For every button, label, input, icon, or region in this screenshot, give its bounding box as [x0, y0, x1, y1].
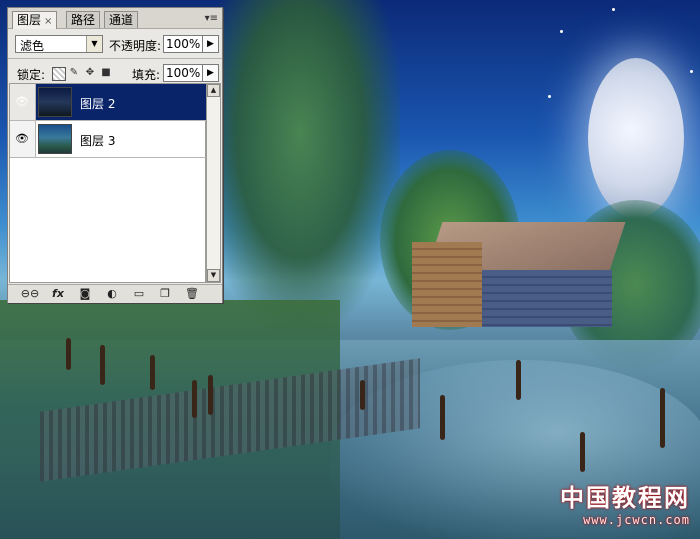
layer-list: 👁 图层 2 👁 图层 3	[9, 83, 206, 283]
cabin	[412, 222, 626, 327]
star	[548, 95, 551, 98]
layer-list-scrollbar[interactable]: ▲ ▼	[206, 83, 221, 283]
eye-icon[interactable]: 👁	[13, 93, 31, 111]
visibility-cell[interactable]: 👁	[10, 84, 36, 120]
cabin-wall	[482, 270, 612, 327]
star	[560, 30, 563, 33]
lock-label: 锁定:	[17, 68, 46, 82]
tab-label: 通道	[109, 13, 134, 27]
layer-thumbnail	[38, 87, 72, 117]
fill-label: 填充:	[132, 68, 161, 82]
layer-name[interactable]: 图层 3	[80, 132, 115, 149]
adjustment-layer-icon[interactable]: ◐	[104, 287, 120, 301]
watermark: 中国教程网 www.jcwcn.com	[560, 478, 690, 527]
fill-field[interactable]: 100% ▶	[163, 64, 219, 82]
divider	[8, 58, 222, 59]
layer-name[interactable]: 图层 2	[80, 95, 115, 112]
new-layer-icon[interactable]: ❐	[158, 287, 172, 301]
layer-style-icon[interactable]: fx	[48, 287, 68, 301]
opacity-label: 不透明度:	[109, 39, 162, 53]
reed	[360, 380, 365, 410]
moon	[588, 58, 684, 218]
reed	[192, 380, 197, 418]
close-icon[interactable]: ×	[44, 16, 52, 27]
scroll-up-icon[interactable]: ▲	[207, 84, 220, 97]
lock-image-icon[interactable]: ✎	[68, 67, 80, 79]
layers-panel: 图层 × 路径 通道 ▾≡ 滤色 ▼ 不透明度: 100% ▶ 锁定: ✎ ✥ ■…	[7, 7, 223, 303]
reed	[580, 432, 585, 472]
tab-paths[interactable]: 路径	[66, 11, 101, 28]
opacity-field[interactable]: 100% ▶	[163, 35, 219, 53]
eye-icon[interactable]: 👁	[13, 130, 31, 148]
star	[612, 8, 615, 11]
panel-menu-icon[interactable]: ▾≡	[205, 13, 218, 24]
tab-label: 图层	[17, 13, 42, 27]
reed	[150, 355, 155, 390]
fill-slider-button[interactable]: ▶	[202, 65, 218, 81]
reed	[660, 388, 665, 448]
lock-all-icon[interactable]: ■	[100, 67, 112, 79]
blend-mode-select[interactable]: 滤色 ▼	[15, 35, 103, 53]
scroll-down-icon[interactable]: ▼	[207, 269, 220, 282]
tab-layers[interactable]: 图层 ×	[12, 11, 58, 29]
reed	[208, 375, 213, 415]
delete-layer-icon[interactable]: 🗑	[185, 287, 199, 301]
tab-label: 路径	[71, 13, 96, 27]
opacity-slider-button[interactable]: ▶	[202, 36, 218, 52]
new-group-icon[interactable]: ▭	[132, 287, 146, 301]
visibility-cell[interactable]: 👁	[10, 121, 36, 157]
layer-row-3[interactable]: 👁 图层 3	[10, 121, 206, 158]
reed	[100, 345, 105, 385]
fill-value: 100%	[166, 66, 201, 80]
panel-bottom-toolbar: ⊖⊖ fx ◙ ◐ ▭ ❐ 🗑	[8, 284, 222, 303]
trees	[200, 0, 400, 330]
tab-channels[interactable]: 通道	[104, 11, 139, 28]
reed	[516, 360, 521, 400]
cabin-wall	[412, 242, 482, 327]
reed	[66, 338, 71, 370]
link-layers-icon[interactable]: ⊖⊖	[20, 287, 40, 301]
layer-row-2[interactable]: 👁 图层 2	[10, 84, 206, 121]
blend-mode-value: 滤色	[20, 39, 45, 53]
opacity-value: 100%	[166, 37, 201, 51]
lock-position-icon[interactable]: ✥	[84, 67, 96, 79]
watermark-url: www.jcwcn.com	[583, 513, 690, 527]
lock-transparent-icon[interactable]	[52, 67, 66, 81]
reed	[440, 395, 445, 440]
layer-thumbnail	[38, 124, 72, 154]
star	[690, 70, 693, 73]
layer-mask-icon[interactable]: ◙	[78, 287, 92, 301]
panel-tabs: 图层 × 路径 通道 ▾≡	[8, 8, 222, 29]
watermark-title: 中国教程网	[560, 483, 690, 512]
chevron-down-icon[interactable]: ▼	[86, 36, 102, 52]
